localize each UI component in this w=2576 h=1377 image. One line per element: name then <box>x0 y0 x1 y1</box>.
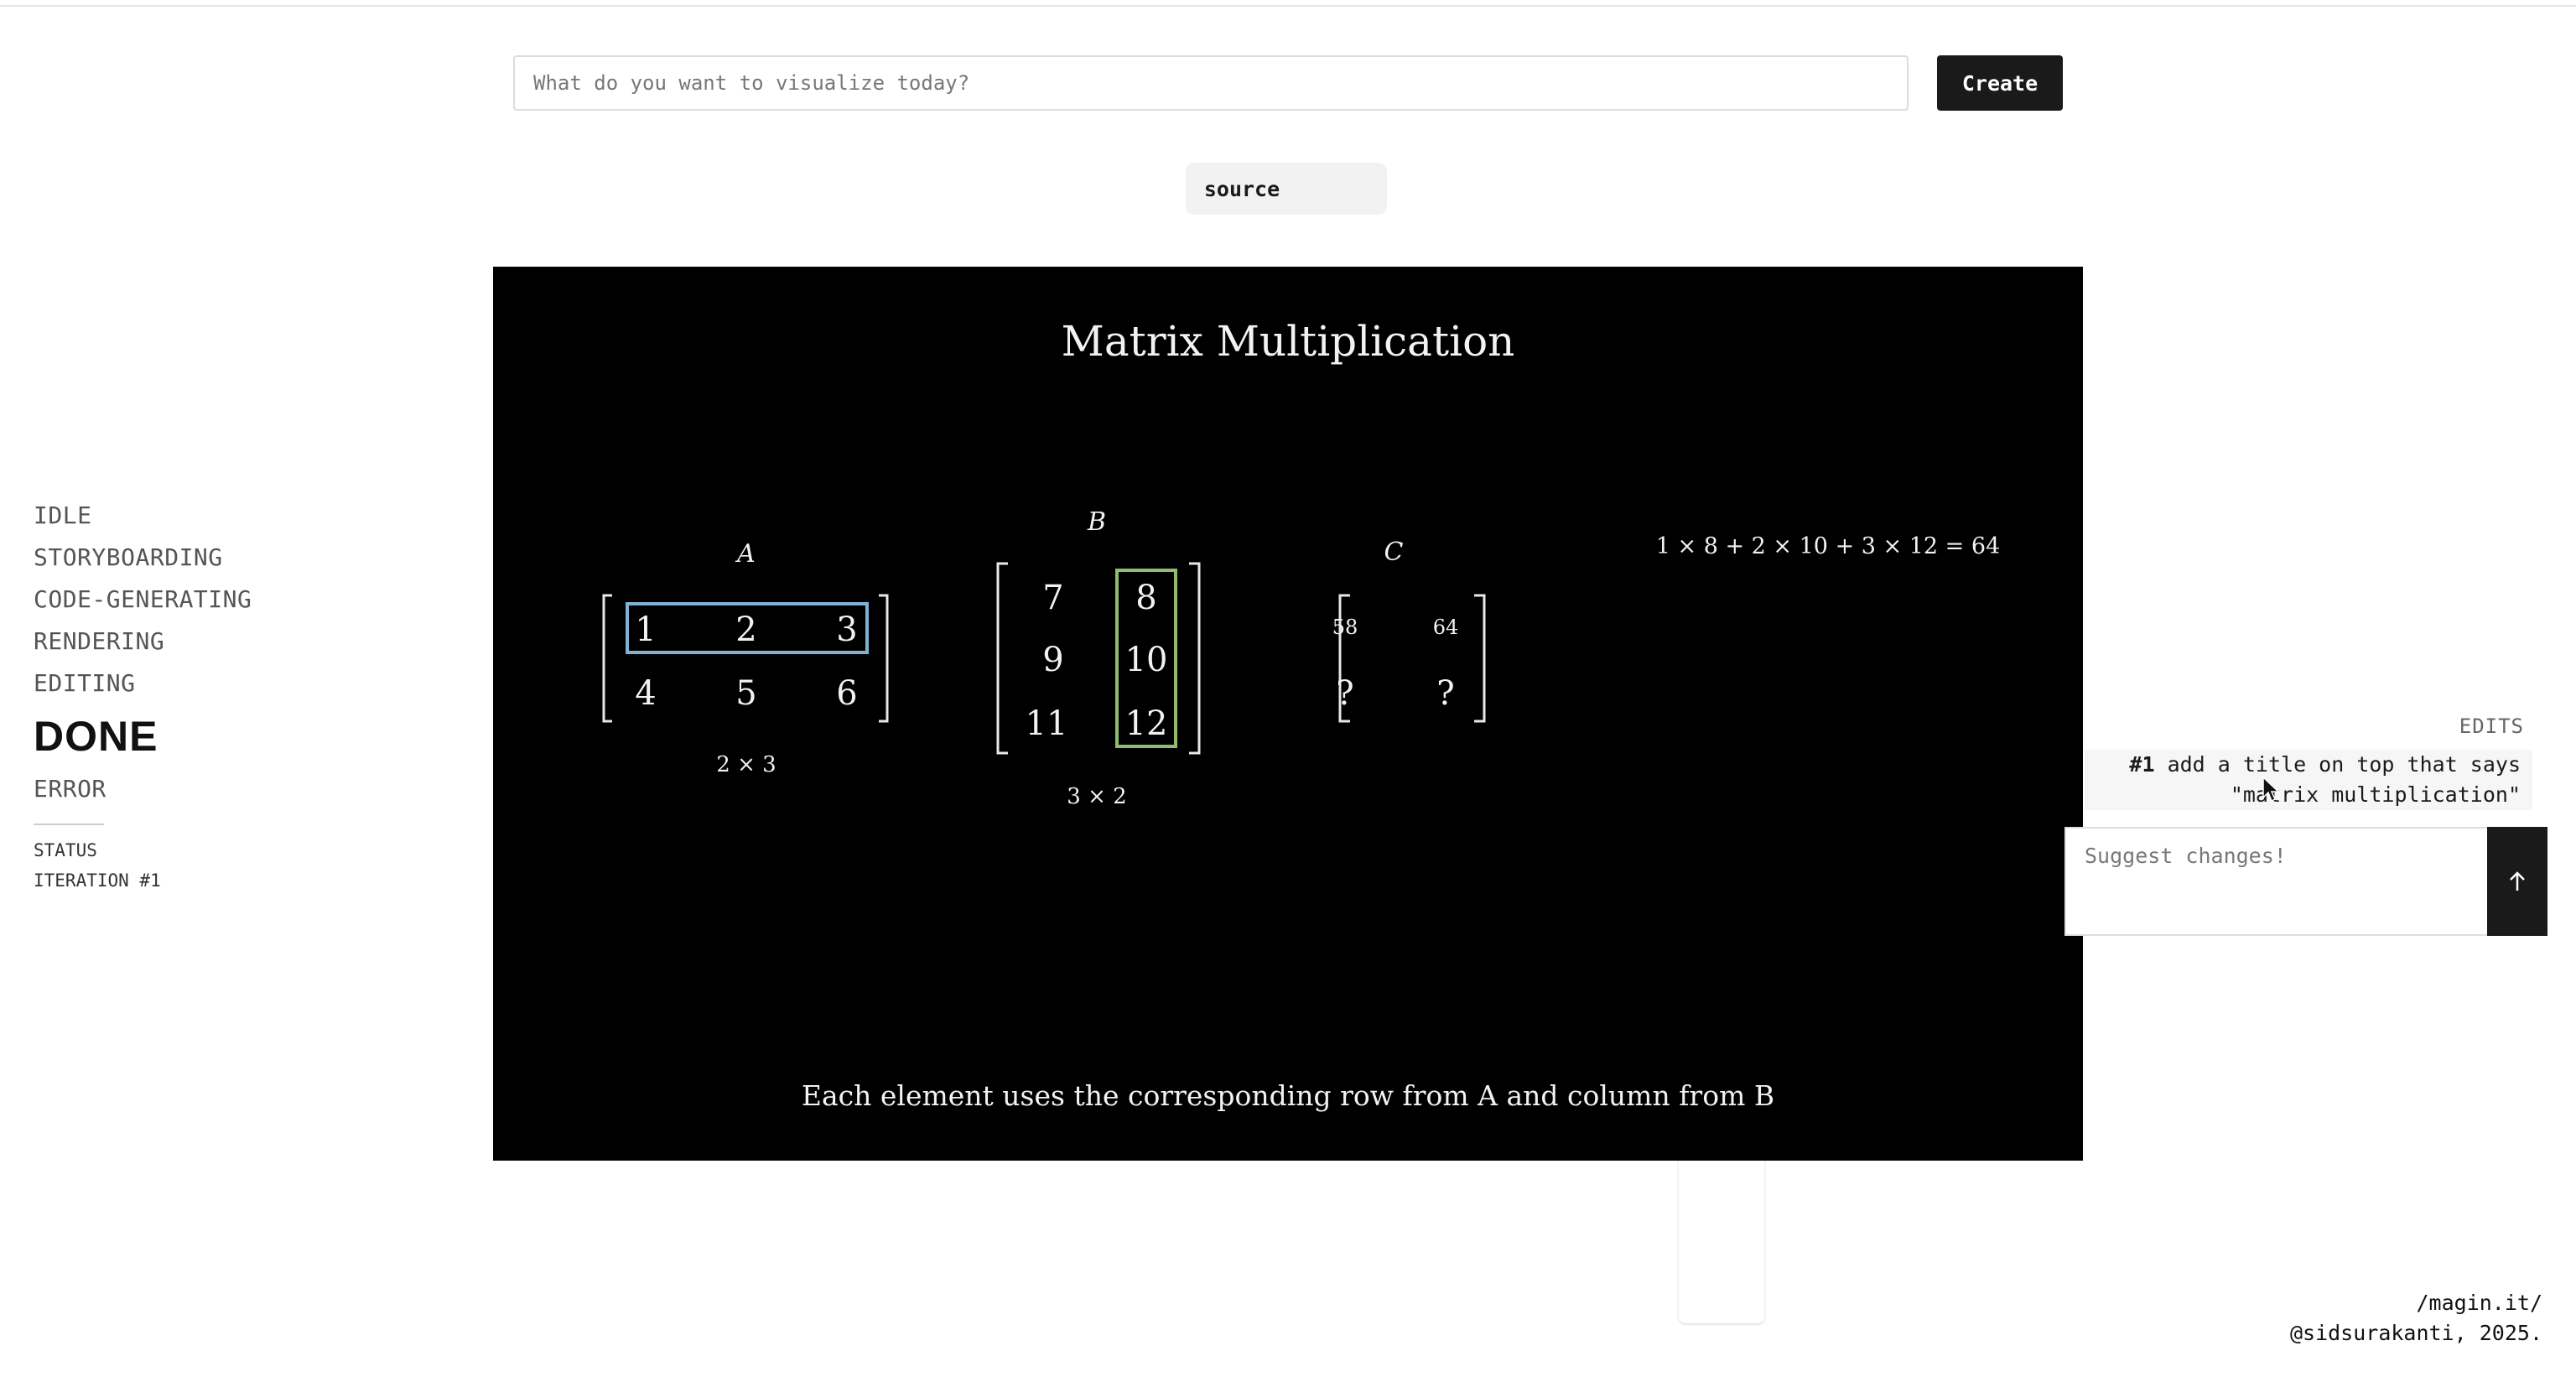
iteration-label: ITERATION #1 <box>34 870 161 891</box>
matrix-a-cell: 5 <box>735 674 756 713</box>
status-editing: EDITING <box>34 669 136 697</box>
matrix-b-label: B <box>1087 507 1106 537</box>
matrix-a-dims: 2 × 3 <box>716 752 776 777</box>
matrix-a-label: A <box>735 539 756 569</box>
matrix-c-cell: 64 <box>1433 616 1459 639</box>
matrix-b-cell: 9 <box>1042 641 1063 679</box>
edit-text-line1: add a title on top that says <box>2167 752 2521 777</box>
suggest-changes-input[interactable] <box>2064 827 2489 936</box>
matrix-b-dims: 3 × 2 <box>1067 784 1126 809</box>
status-idle: IDLE <box>34 501 92 529</box>
matrix-a-cell: 4 <box>635 674 656 713</box>
equation: 1 × 8 + 2 × 10 + 3 × 12 = 64 <box>1656 533 2001 559</box>
status-done: DONE <box>34 713 158 760</box>
matrix-b-left-bracket <box>996 562 1008 755</box>
matrix-b-cell: 12 <box>1125 704 1168 743</box>
video-player[interactable]: Matrix Multiplication A 1 2 3 4 5 6 2 × … <box>493 267 2083 1161</box>
matrix-b-cell: 7 <box>1042 579 1063 617</box>
edit-entry: #1 add a title on top that says "matrix … <box>2085 750 2532 810</box>
status-code-generating: CODE-GENERATING <box>34 585 252 613</box>
matrix-c-cell: 58 <box>1332 616 1358 639</box>
video-caption: Each element uses the corresponding row … <box>802 1079 1774 1112</box>
status-list: IDLE STORYBOARDING CODE-GENERATING RENDE… <box>34 495 252 810</box>
edits-panel-fade <box>2064 704 2083 825</box>
status-meta: STATUS ITERATION #1 <box>34 835 161 896</box>
arrow-up-icon <box>2510 871 2525 891</box>
status-rendering: RENDERING <box>34 627 165 655</box>
status-label: STATUS <box>34 840 97 860</box>
edit-number: #1 <box>2129 752 2155 777</box>
mouse-cursor-icon <box>2262 777 2280 803</box>
matrix-a-left-bracket <box>602 594 612 723</box>
toggle-source[interactable]: source <box>1191 168 1293 210</box>
matrix-c-label: C <box>1384 538 1404 567</box>
matrix-b-cell: 10 <box>1125 641 1168 679</box>
edits-header: EDITS <box>2459 714 2524 738</box>
video-title: Matrix Multiplication <box>1062 317 1515 366</box>
matrix-b-cell: 8 <box>1135 579 1156 617</box>
matrix-c-right-bracket <box>1474 594 1486 723</box>
footer-site[interactable]: /magin.it/ <box>2290 1288 2542 1318</box>
prompt-input[interactable] <box>513 55 1909 111</box>
matrix-a-right-bracket <box>879 594 889 723</box>
submit-edit-button[interactable] <box>2487 827 2547 936</box>
edit-text-line2: "matrix multiplication" <box>2230 782 2521 807</box>
video-frame: Matrix Multiplication A 1 2 3 4 5 6 2 × … <box>602 317 2001 1112</box>
top-border <box>0 0 2576 7</box>
matrix-a-cell: 2 <box>735 611 756 649</box>
matrix-c-cell: ? <box>1336 674 1353 713</box>
matrix-b-right-bracket <box>1189 562 1201 755</box>
status-storyboarding: STORYBOARDING <box>34 543 223 571</box>
status-divider <box>34 824 104 825</box>
matrix-a-cell: 3 <box>836 611 857 649</box>
matrix-b-cell: 11 <box>1026 704 1068 743</box>
edit-entry-line1: #1 add a title on top that says <box>2085 750 2521 780</box>
footer-credit: @sidsurakanti, 2025. <box>2289 1321 2542 1345</box>
matrix-a-cell: 1 <box>635 611 656 649</box>
footer: /magin.it/ @sidsurakanti, 2025. <box>2290 1288 2542 1348</box>
matrix-c-cell: ? <box>1436 674 1454 713</box>
status-error: ERROR <box>34 775 106 803</box>
matrix-a-cell: 6 <box>836 674 857 713</box>
create-button[interactable]: Create <box>1937 55 2063 111</box>
view-toggle: source video <box>1186 163 1764 1323</box>
